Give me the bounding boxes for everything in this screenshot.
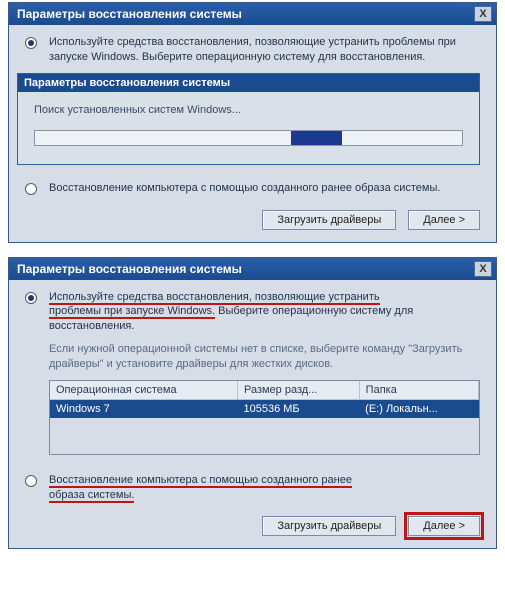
option-use-tools-label: Используйте средства восстановления, поз… bbox=[49, 35, 480, 65]
load-drivers-button[interactable]: Загрузить драйверы bbox=[262, 210, 396, 230]
title-text: Параметры восстановления системы bbox=[17, 7, 242, 21]
table-row[interactable]: Windows 7 105536 МБ (E:) Локальн... bbox=[50, 399, 479, 418]
dialog-recovery-options-2: Параметры восстановления системы X Испол… bbox=[8, 257, 497, 550]
cell-os: Windows 7 bbox=[50, 399, 237, 418]
titlebar-1: Параметры восстановления системы X bbox=[9, 3, 496, 25]
table-row[interactable] bbox=[50, 436, 479, 454]
cell-folder: (E:) Локальн... bbox=[359, 399, 478, 418]
progress-fill bbox=[291, 131, 342, 145]
option-use-tools-label: Используйте средства восстановления, поз… bbox=[49, 290, 480, 335]
col-os[interactable]: Операционная система bbox=[50, 381, 237, 400]
load-drivers-button[interactable]: Загрузить драйверы bbox=[262, 516, 396, 536]
radio-icon[interactable] bbox=[25, 475, 37, 487]
progress-title: Параметры восстановления системы bbox=[18, 74, 479, 92]
col-size[interactable]: Размер разд... bbox=[237, 381, 359, 400]
option-image-restore[interactable]: Восстановление компьютера с помощью созд… bbox=[25, 473, 480, 503]
radio-icon[interactable] bbox=[25, 292, 37, 304]
progress-label: Поиск установленных систем Windows... bbox=[34, 104, 463, 116]
radio-icon[interactable] bbox=[25, 183, 37, 195]
cell-size: 105536 МБ bbox=[237, 399, 359, 418]
title-text: Параметры восстановления системы bbox=[17, 262, 242, 276]
radio-icon[interactable] bbox=[25, 37, 37, 49]
os-table: Операционная система Размер разд... Папк… bbox=[49, 380, 480, 455]
close-icon[interactable]: X bbox=[474, 6, 492, 22]
titlebar-2: Параметры восстановления системы X bbox=[9, 258, 496, 280]
col-folder[interactable]: Папка bbox=[359, 381, 478, 400]
option-use-tools[interactable]: Используйте средства восстановления, поз… bbox=[25, 35, 480, 65]
progress-dialog: Параметры восстановления системы Поиск у… bbox=[17, 73, 480, 165]
option-image-restore-label: Восстановление компьютера с помощью созд… bbox=[49, 473, 352, 503]
next-button[interactable]: Далее > bbox=[408, 516, 480, 536]
option-use-tools[interactable]: Используйте средства восстановления, поз… bbox=[25, 290, 480, 335]
dialog-recovery-options-1: Параметры восстановления системы X Испол… bbox=[8, 2, 497, 243]
option-image-restore-label: Восстановление компьютера с помощью созд… bbox=[49, 181, 440, 196]
next-button[interactable]: Далее > bbox=[408, 210, 480, 230]
close-icon[interactable]: X bbox=[474, 261, 492, 277]
table-header-row: Операционная система Размер разд... Папк… bbox=[50, 381, 479, 400]
table-row[interactable] bbox=[50, 418, 479, 436]
option-image-restore[interactable]: Восстановление компьютера с помощью созд… bbox=[25, 181, 480, 196]
progress-bar bbox=[34, 130, 463, 146]
hint-text: Если нужной операционной системы нет в с… bbox=[49, 342, 480, 372]
